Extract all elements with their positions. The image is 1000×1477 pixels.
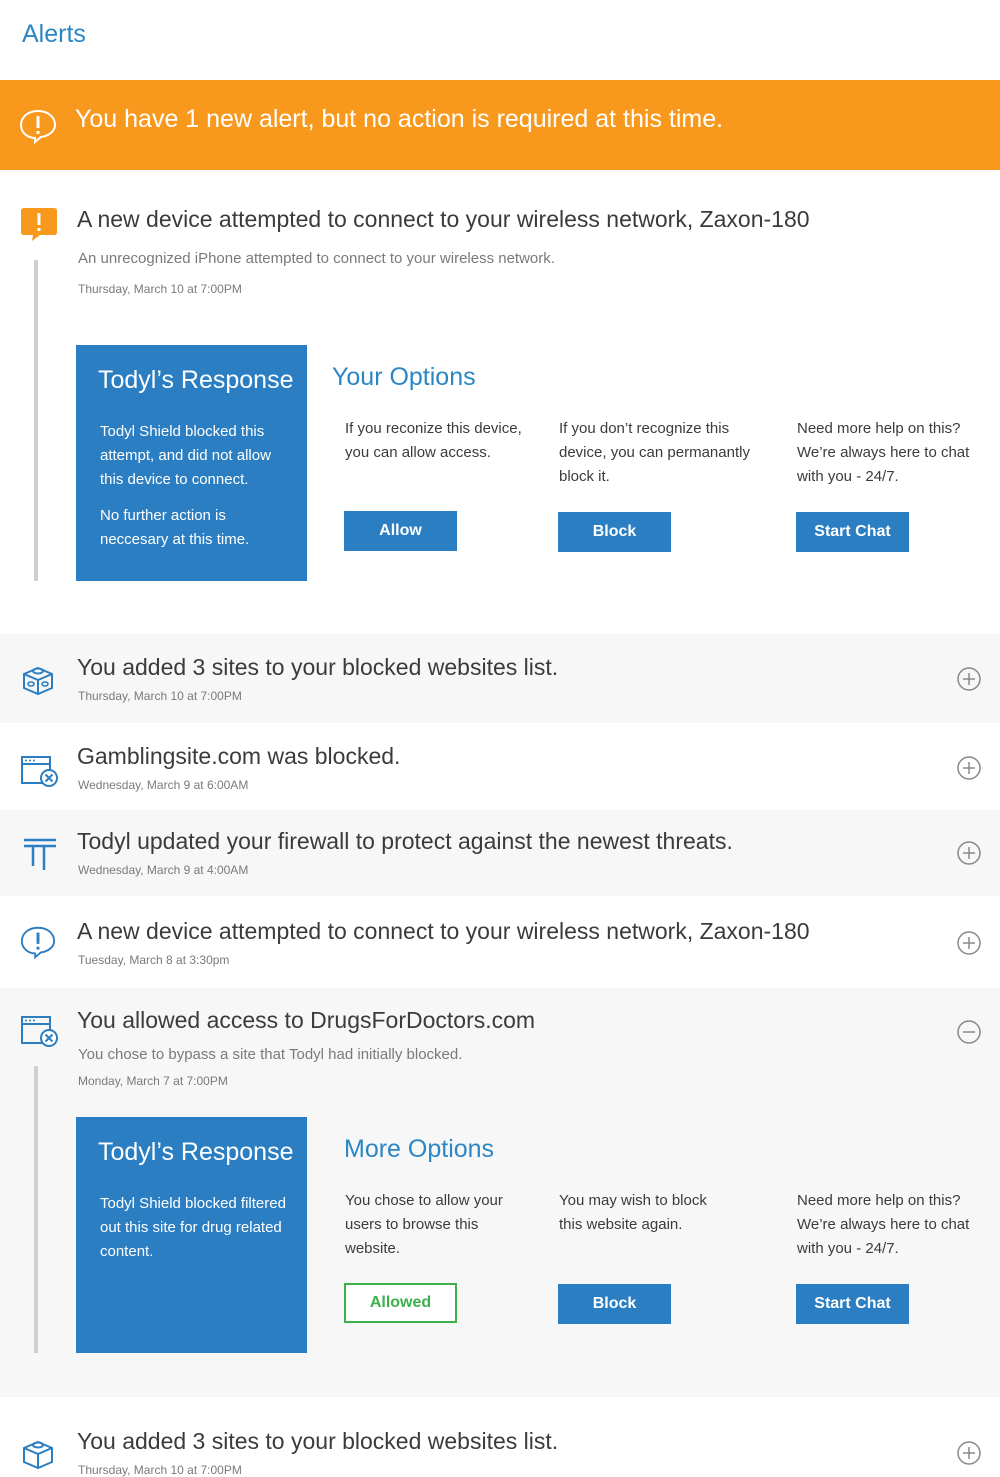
alert-bubble-icon: [21, 208, 57, 241]
row-date: Wednesday, March 9 at 6:00AM: [78, 778, 249, 792]
response-text: No further action is neccesary at this t…: [100, 507, 250, 548]
option-text: Need more help on this? We’re always her…: [797, 420, 970, 485]
browser-blocked-icon: [21, 756, 58, 787]
blocks-icon: [23, 1440, 53, 1470]
expand-plus-icon[interactable]: [957, 756, 981, 780]
option-text: You may wish to block this website again…: [559, 1192, 707, 1233]
row-date: Tuesday, March 8 at 3:30pm: [78, 953, 230, 967]
options-title: More Options: [344, 1135, 495, 1163]
banner-text: You have 1 new alert, but no action is r…: [75, 105, 724, 133]
alert-title: You allowed access to DrugsForDoctors.co…: [77, 1007, 536, 1033]
alert-subtitle: An unrecognized iPhone attempted to conn…: [78, 250, 555, 267]
response-title: Todyl’s Response: [98, 366, 294, 394]
allow-button[interactable]: Allow: [344, 511, 457, 551]
row-title: You added 3 sites to your blocked websit…: [77, 654, 559, 680]
row-date: Wednesday, March 9 at 4:00AM: [78, 863, 249, 877]
collapse-minus-icon[interactable]: [957, 1020, 981, 1044]
response-title: Todyl’s Response: [98, 1138, 294, 1166]
alert-bubble-icon: [19, 109, 57, 144]
row-title: You added 3 sites to your blocked websit…: [77, 1428, 559, 1454]
options-title: Your Options: [332, 363, 476, 391]
option-text: If you reconize this device, you can all…: [345, 420, 522, 461]
block-button[interactable]: Block: [558, 512, 671, 552]
option-text: If you don’t recognize this device, you …: [559, 420, 750, 485]
response-text: Todyl Shield blocked this attempt, and d…: [100, 423, 271, 488]
alert-date: Thursday, March 10 at 7:00PM: [78, 282, 242, 296]
browser-blocked-icon: [21, 1016, 58, 1047]
alert-subtitle: You chose to bypass a site that Todyl ha…: [78, 1046, 463, 1063]
alert-title: A new device attempted to connect to you…: [77, 206, 810, 232]
option-text: Need more help on this? We’re always her…: [797, 1192, 970, 1257]
blocks-icon: [23, 666, 53, 696]
response-text: Todyl Shield blocked filtered out this s…: [100, 1195, 286, 1260]
row-title: Gamblingsite.com was blocked.: [77, 743, 401, 769]
block-button[interactable]: Block: [558, 1284, 671, 1324]
row-date: Thursday, March 10 at 7:00PM: [78, 689, 242, 703]
expand-plus-icon[interactable]: [957, 667, 981, 691]
start-chat-button[interactable]: Start Chat: [796, 512, 909, 552]
alert-bubble-icon: [20, 926, 56, 960]
start-chat-button[interactable]: Start Chat: [796, 1284, 909, 1324]
timeline-line: [34, 260, 38, 581]
expand-plus-icon[interactable]: [957, 931, 981, 955]
option-text: You chose to allow your users to browse …: [345, 1192, 503, 1257]
row-date: Thursday, March 10 at 7:00PM: [78, 1463, 242, 1477]
expand-plus-icon[interactable]: [957, 1441, 981, 1465]
allowed-button[interactable]: Allowed: [344, 1283, 457, 1323]
page-title: Alerts: [22, 20, 86, 48]
timeline-line: [34, 1066, 38, 1353]
row-title: A new device attempted to connect to you…: [77, 918, 810, 944]
expand-plus-icon[interactable]: [957, 841, 981, 865]
firewall-icon: [24, 838, 56, 870]
row-title: Todyl updated your firewall to protect a…: [77, 828, 733, 854]
alert-date: Monday, March 7 at 7:00PM: [78, 1074, 228, 1088]
